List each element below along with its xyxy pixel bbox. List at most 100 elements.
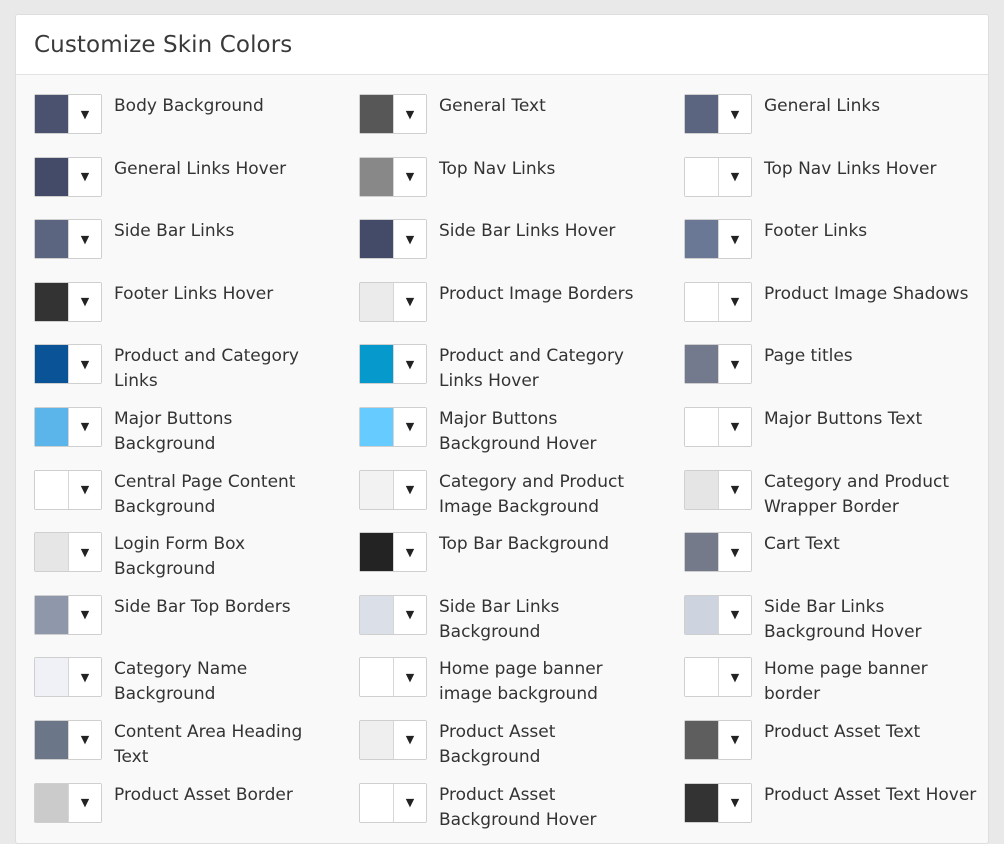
color-swatch[interactable]: [360, 658, 393, 697]
color-swatch[interactable]: [360, 470, 393, 509]
color-swatch[interactable]: [35, 783, 68, 822]
caret-down-icon[interactable]: ▼: [392, 720, 426, 759]
color-picker-top-bar-background[interactable]: ▼: [359, 532, 427, 573]
color-swatch[interactable]: [685, 95, 718, 133]
color-picker-home-page-banner-border[interactable]: ▼: [684, 657, 752, 698]
color-picker-side-bar-links-hover[interactable]: ▼: [359, 219, 427, 260]
color-picker-footer-links[interactable]: ▼: [684, 219, 752, 260]
color-swatch[interactable]: [360, 282, 393, 321]
caret-down-icon[interactable]: ▼: [392, 595, 426, 634]
color-swatch[interactable]: [360, 533, 393, 572]
caret-down-icon[interactable]: ▼: [392, 345, 426, 384]
color-picker-major-buttons-background-hover[interactable]: ▼: [359, 406, 427, 447]
color-picker-general-links[interactable]: ▼: [684, 94, 752, 134]
caret-down-icon[interactable]: ▼: [67, 282, 101, 321]
color-picker-side-bar-links-background[interactable]: ▼: [359, 594, 427, 635]
color-swatch[interactable]: [360, 407, 393, 446]
caret-down-icon[interactable]: ▼: [717, 282, 751, 321]
caret-down-icon[interactable]: ▼: [717, 95, 751, 133]
color-swatch[interactable]: [685, 220, 718, 259]
color-swatch[interactable]: [685, 595, 718, 634]
caret-down-icon[interactable]: ▼: [67, 220, 101, 259]
color-swatch[interactable]: [35, 220, 68, 259]
color-swatch[interactable]: [360, 95, 393, 133]
color-picker-product-asset-text-hover[interactable]: ▼: [684, 782, 752, 823]
color-swatch[interactable]: [35, 658, 68, 697]
color-swatch[interactable]: [360, 720, 393, 759]
color-swatch[interactable]: [360, 783, 393, 822]
color-picker-product-image-shadows[interactable]: ▼: [684, 281, 752, 322]
color-picker-product-and-category-links[interactable]: ▼: [34, 344, 102, 385]
caret-down-icon[interactable]: ▼: [392, 470, 426, 509]
caret-down-icon[interactable]: ▼: [717, 345, 751, 384]
color-picker-side-bar-top-borders[interactable]: ▼: [34, 594, 102, 635]
color-picker-major-buttons-background[interactable]: ▼: [34, 406, 102, 447]
caret-down-icon[interactable]: ▼: [67, 407, 101, 446]
caret-down-icon[interactable]: ▼: [67, 658, 101, 697]
caret-down-icon[interactable]: ▼: [67, 470, 101, 509]
color-picker-product-asset-background-hover[interactable]: ▼: [359, 782, 427, 823]
color-swatch[interactable]: [685, 533, 718, 572]
color-picker-content-area-heading-text[interactable]: ▼: [34, 719, 102, 760]
caret-down-icon[interactable]: ▼: [717, 533, 751, 572]
caret-down-icon[interactable]: ▼: [717, 470, 751, 509]
color-swatch[interactable]: [685, 407, 718, 446]
color-picker-page-titles[interactable]: ▼: [684, 344, 752, 385]
color-picker-product-asset-background[interactable]: ▼: [359, 719, 427, 760]
color-picker-category-name-background[interactable]: ▼: [34, 657, 102, 698]
caret-down-icon[interactable]: ▼: [392, 407, 426, 446]
caret-down-icon[interactable]: ▼: [392, 220, 426, 259]
color-picker-general-text[interactable]: ▼: [359, 94, 427, 134]
caret-down-icon[interactable]: ▼: [67, 783, 101, 822]
caret-down-icon[interactable]: ▼: [392, 658, 426, 697]
color-picker-category-and-product-image-background[interactable]: ▼: [359, 469, 427, 510]
caret-down-icon[interactable]: ▼: [67, 95, 101, 133]
color-picker-footer-links-hover[interactable]: ▼: [34, 281, 102, 322]
caret-down-icon[interactable]: ▼: [67, 595, 101, 634]
caret-down-icon[interactable]: ▼: [67, 157, 101, 196]
caret-down-icon[interactable]: ▼: [717, 658, 751, 697]
color-picker-category-and-product-wrapper-border[interactable]: ▼: [684, 469, 752, 510]
color-swatch[interactable]: [685, 720, 718, 759]
color-swatch[interactable]: [360, 345, 393, 384]
caret-down-icon[interactable]: ▼: [717, 157, 751, 196]
color-swatch[interactable]: [685, 470, 718, 509]
caret-down-icon[interactable]: ▼: [392, 783, 426, 822]
color-swatch[interactable]: [360, 157, 393, 196]
color-picker-major-buttons-text[interactable]: ▼: [684, 406, 752, 447]
caret-down-icon[interactable]: ▼: [392, 282, 426, 321]
color-picker-top-nav-links-hover[interactable]: ▼: [684, 156, 752, 197]
caret-down-icon[interactable]: ▼: [392, 533, 426, 572]
color-picker-product-and-category-links-hover[interactable]: ▼: [359, 344, 427, 385]
color-picker-general-links-hover[interactable]: ▼: [34, 156, 102, 197]
color-swatch[interactable]: [685, 157, 718, 196]
color-swatch[interactable]: [685, 345, 718, 384]
caret-down-icon[interactable]: ▼: [392, 95, 426, 133]
color-swatch[interactable]: [35, 157, 68, 196]
color-picker-product-asset-text[interactable]: ▼: [684, 719, 752, 760]
color-swatch[interactable]: [35, 470, 68, 509]
color-swatch[interactable]: [685, 282, 718, 321]
color-swatch[interactable]: [360, 595, 393, 634]
caret-down-icon[interactable]: ▼: [717, 783, 751, 822]
caret-down-icon[interactable]: ▼: [717, 220, 751, 259]
color-swatch[interactable]: [35, 407, 68, 446]
color-picker-home-page-banner-image-background[interactable]: ▼: [359, 657, 427, 698]
color-swatch[interactable]: [685, 783, 718, 822]
color-swatch[interactable]: [35, 533, 68, 572]
color-picker-product-asset-border[interactable]: ▼: [34, 782, 102, 823]
color-picker-product-image-borders[interactable]: ▼: [359, 281, 427, 322]
color-picker-central-page-content-background[interactable]: ▼: [34, 469, 102, 510]
color-picker-side-bar-links[interactable]: ▼: [34, 219, 102, 260]
color-swatch[interactable]: [685, 658, 718, 697]
color-picker-side-bar-links-background-hover[interactable]: ▼: [684, 594, 752, 635]
color-swatch[interactable]: [35, 595, 68, 634]
color-swatch[interactable]: [35, 282, 68, 321]
color-picker-login-form-box-background[interactable]: ▼: [34, 532, 102, 573]
caret-down-icon[interactable]: ▼: [67, 533, 101, 572]
caret-down-icon[interactable]: ▼: [717, 407, 751, 446]
color-swatch[interactable]: [360, 220, 393, 259]
color-picker-cart-text[interactable]: ▼: [684, 532, 752, 573]
caret-down-icon[interactable]: ▼: [717, 595, 751, 634]
caret-down-icon[interactable]: ▼: [67, 345, 101, 384]
